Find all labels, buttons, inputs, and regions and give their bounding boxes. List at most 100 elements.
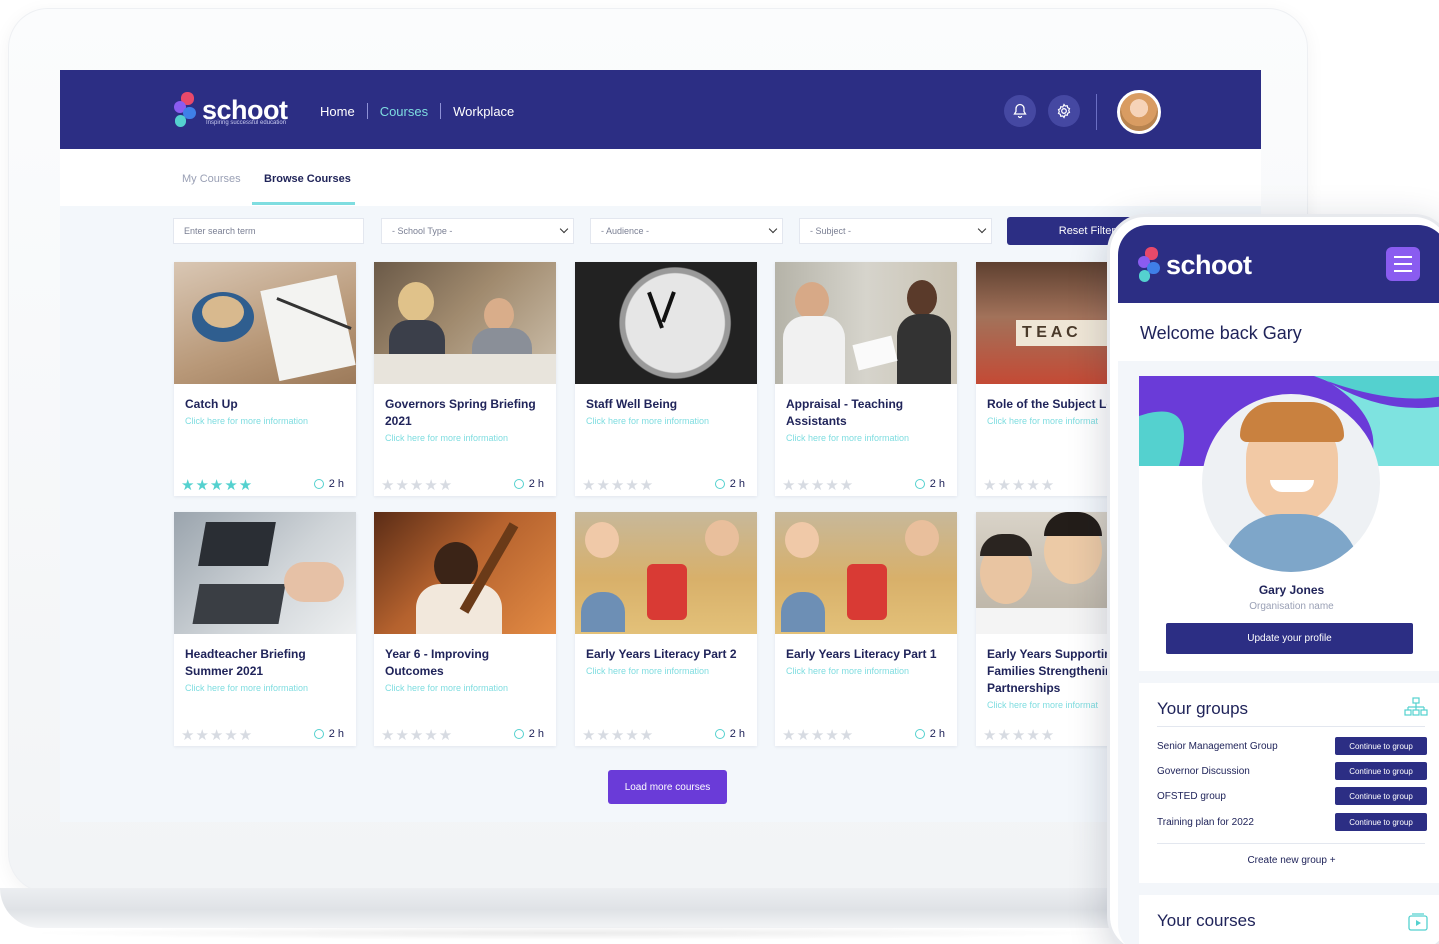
search-input[interactable]: Enter search term	[173, 218, 364, 244]
duration: 2 h	[714, 478, 745, 490]
hamburger-icon	[1394, 256, 1412, 258]
bell-icon	[1013, 103, 1027, 119]
clock-icon	[513, 479, 524, 489]
course-card[interactable]: Catch Up Click here for more information …	[174, 262, 356, 496]
duration: 2 h	[914, 478, 945, 490]
course-image-guitar	[374, 512, 556, 634]
continue-to-group-button[interactable]: Continue to group	[1335, 762, 1427, 780]
school-type-select[interactable]: - School Type -	[381, 218, 574, 244]
course-card[interactable]: Early Years Literacy Part 2 Click here fo…	[575, 512, 757, 746]
play-video-icon	[1408, 913, 1428, 931]
main-nav: Home Courses Workplace	[320, 103, 514, 119]
star-rating[interactable]: ★★★★★	[983, 476, 1055, 494]
clock-icon	[714, 479, 725, 489]
audience-select[interactable]: - Audience -	[590, 218, 783, 244]
more-info-link[interactable]: Click here for more information	[185, 681, 350, 696]
tab-browse-courses[interactable]: Browse Courses	[264, 173, 351, 185]
create-group-link[interactable]: Create new group +	[1139, 855, 1439, 866]
continue-to-group-button[interactable]: Continue to group	[1335, 787, 1427, 805]
profile-card: Gary Jones Organisation name Update your…	[1139, 376, 1439, 671]
courses-panel: Your courses	[1139, 895, 1439, 944]
profile-photo	[1202, 394, 1380, 572]
course-image-classroom	[775, 512, 957, 634]
update-profile-button[interactable]: Update your profile	[1166, 623, 1413, 654]
continue-to-group-button[interactable]: Continue to group	[1335, 813, 1427, 831]
star-rating[interactable]: ★★★★★	[582, 726, 654, 744]
schoot-logo[interactable]: schoot Inspiring successful education	[172, 92, 288, 128]
subject-select[interactable]: - Subject -	[799, 218, 992, 244]
logo-mark-icon	[172, 92, 198, 128]
mobile-header: schoot	[1118, 225, 1439, 303]
course-image-meeting	[374, 262, 556, 384]
clock-icon	[313, 729, 324, 739]
duration: 2 h	[513, 478, 544, 490]
group-row: Senior Management Group Continue to grou…	[1157, 736, 1427, 756]
organisation-name: Organisation name	[1249, 601, 1334, 612]
course-card[interactable]: Year 6 - Improving Outcomes Click here fo…	[374, 512, 556, 746]
star-rating[interactable]: ★★★★★	[381, 476, 453, 494]
logo-mark-icon	[1136, 247, 1162, 283]
active-tab-indicator	[252, 202, 355, 205]
duration: 2 h	[914, 728, 945, 740]
menu-button[interactable]	[1386, 247, 1420, 281]
notifications-button[interactable]	[1004, 95, 1036, 127]
clock-icon	[513, 729, 524, 739]
course-card[interactable]: Headteacher Briefing Summer 2021 Click he…	[174, 512, 356, 746]
course-card[interactable]: Appraisal - Teaching Assistants Click her…	[775, 262, 957, 496]
clock-icon	[914, 729, 925, 739]
group-row: Training plan for 2022 Continue to group	[1157, 812, 1427, 832]
more-info-link[interactable]: Click here for more information	[185, 414, 350, 429]
groups-title: Your groups	[1157, 699, 1249, 718]
star-rating[interactable]: ★★★★★	[983, 726, 1055, 744]
course-title: Staff Well Being Click here for more info…	[586, 396, 751, 429]
logo-tagline: Inspiring successful education	[206, 120, 287, 126]
course-image-laptop	[174, 512, 356, 634]
star-rating[interactable]: ★★★★★	[181, 476, 253, 494]
course-image-clock	[575, 262, 757, 384]
top-header: schoot Inspiring successful education Ho…	[60, 70, 1261, 149]
more-info-link[interactable]: Click here for more information	[385, 431, 550, 446]
duration: 2 h	[313, 728, 344, 740]
more-info-link[interactable]: Click here for more information	[786, 431, 951, 446]
desktop-screen: schoot Inspiring successful education Ho…	[60, 70, 1261, 822]
course-title: Appraisal - Teaching Assistants Click her…	[786, 396, 951, 446]
course-tabs: My Courses Browse Courses	[60, 149, 1261, 206]
more-info-link[interactable]: Click here for more information	[786, 664, 951, 679]
course-card[interactable]: Early Years Literacy Part 1 Click here fo…	[775, 512, 957, 746]
nav-courses[interactable]: Courses	[380, 104, 428, 119]
user-avatar[interactable]	[1117, 90, 1161, 134]
clock-icon	[313, 479, 324, 489]
nav-workplace[interactable]: Workplace	[453, 104, 514, 119]
tab-my-courses[interactable]: My Courses	[182, 173, 241, 185]
star-rating[interactable]: ★★★★★	[181, 726, 253, 744]
course-title: Year 6 - Improving Outcomes Click here fo…	[385, 646, 550, 696]
settings-button[interactable]	[1048, 95, 1080, 127]
welcome-heading: Welcome back Gary	[1118, 303, 1439, 361]
clock-icon	[914, 479, 925, 489]
course-title: Early Years Literacy Part 1 Click here fo…	[786, 646, 951, 679]
schoot-logo[interactable]: schoot	[1136, 247, 1252, 283]
more-info-link[interactable]: Click here for more information	[586, 664, 751, 679]
course-title: Headteacher Briefing Summer 2021 Click he…	[185, 646, 350, 696]
gear-icon	[1057, 103, 1071, 119]
chevron-down-icon	[977, 224, 987, 234]
course-card[interactable]: Staff Well Being Click here for more info…	[575, 262, 757, 496]
duration: 2 h	[313, 478, 344, 490]
more-info-link[interactable]: Click here for more information	[586, 414, 751, 429]
nav-home[interactable]: Home	[320, 104, 355, 119]
course-card[interactable]: Governors Spring Briefing 2021 Click here…	[374, 262, 556, 496]
groups-panel: Your groups Senior Management Group Cont…	[1139, 683, 1439, 883]
continue-to-group-button[interactable]: Continue to group	[1335, 737, 1427, 755]
load-more-button[interactable]: Load more courses	[608, 770, 727, 804]
star-rating[interactable]: ★★★★★	[582, 476, 654, 494]
course-title: Catch Up Click here for more information	[185, 396, 350, 429]
clock-icon	[714, 729, 725, 739]
star-rating[interactable]: ★★★★★	[782, 726, 854, 744]
star-rating[interactable]: ★★★★★	[381, 726, 453, 744]
chevron-down-icon	[559, 224, 569, 234]
more-info-link[interactable]: Click here for more information	[385, 681, 550, 696]
duration: 2 h	[513, 728, 544, 740]
star-rating[interactable]: ★★★★★	[782, 476, 854, 494]
profile-name: Gary Jones	[1258, 583, 1325, 597]
course-image-classroom	[575, 512, 757, 634]
